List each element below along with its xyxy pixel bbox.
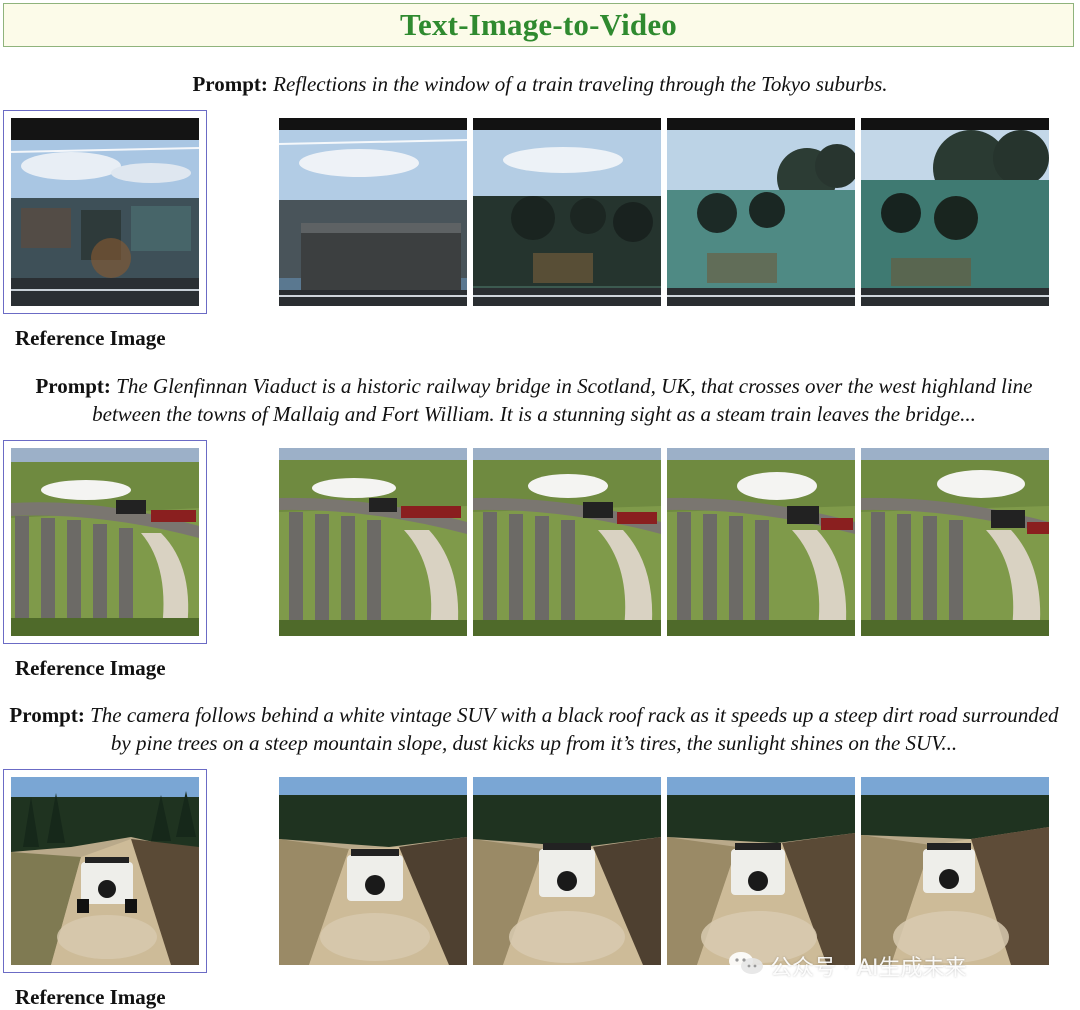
watermark: 公众号 · AI生成未来	[728, 950, 967, 982]
figure-title: Text-Image-to-Video	[399, 7, 677, 42]
prompt-text: Reflections in the window of a train tra…	[273, 72, 888, 96]
prompt-row-1: Prompt: Reflections in the window of a t…	[0, 70, 1080, 98]
frame-image	[473, 118, 661, 306]
video-frame-1-4	[861, 118, 1049, 306]
video-frame-3-3	[667, 777, 855, 965]
video-frame-1-1	[279, 118, 467, 306]
reference-image-window	[11, 118, 199, 306]
video-frame-3-1	[279, 777, 467, 965]
prompt-row-3: Prompt: The camera follows behind a whit…	[4, 701, 1064, 757]
watermark-text: 公众号 · AI生成未来	[770, 956, 967, 981]
frame-image	[667, 118, 855, 306]
prompt-text: The camera follows behind a white vintag…	[90, 703, 1059, 755]
frame-image	[861, 118, 1049, 306]
frame-image	[861, 448, 1049, 636]
frame-image	[279, 777, 467, 965]
reference-image-suv	[11, 777, 199, 965]
video-frame-3-2	[473, 777, 661, 965]
video-frame-1-3	[667, 118, 855, 306]
video-frame-2-4	[861, 448, 1049, 636]
frame-image	[279, 118, 467, 306]
video-frame-2-2	[473, 448, 661, 636]
figure-title-box: Text-Image-to-Video	[3, 3, 1074, 47]
video-frame-3-4	[861, 777, 1049, 965]
reference-image-frame-3	[3, 769, 207, 973]
reference-image-viaduct	[11, 448, 199, 636]
video-frame-2-3	[667, 448, 855, 636]
reference-image-label: Reference Image	[15, 326, 166, 350]
prompt-row-2: Prompt: The Glenfinnan Viaduct is a hist…	[4, 372, 1064, 428]
frame-image	[667, 777, 855, 965]
reference-image-frame-2	[3, 440, 207, 644]
video-frame-1-2	[473, 118, 661, 306]
frame-image	[279, 448, 467, 636]
prompt-label: Prompt:	[35, 374, 111, 398]
frame-image	[473, 448, 661, 636]
reference-image-label: Reference Image	[15, 985, 166, 1009]
reference-image-label: Reference Image	[15, 656, 166, 680]
frame-image	[473, 777, 661, 965]
frame-image	[861, 777, 1049, 965]
prompt-text: The Glenfinnan Viaduct is a historic rai…	[92, 374, 1033, 426]
prompt-label: Prompt:	[9, 703, 85, 727]
wechat-icon	[728, 950, 764, 982]
reference-image-frame-1	[3, 110, 207, 314]
prompt-label: Prompt:	[192, 72, 268, 96]
video-frame-2-1	[279, 448, 467, 636]
frame-image	[667, 448, 855, 636]
